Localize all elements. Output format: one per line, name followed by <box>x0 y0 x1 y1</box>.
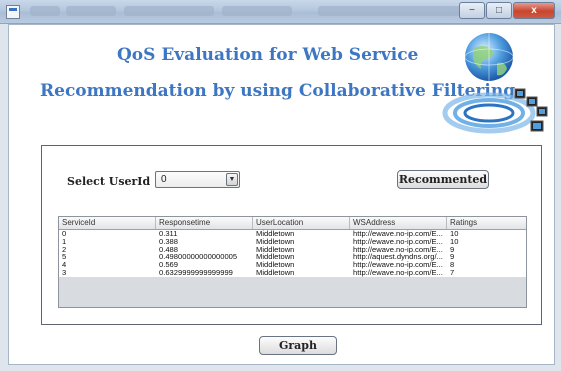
cell-rating: 7 <box>450 268 455 277</box>
cell-rating: 9 <box>450 253 455 262</box>
titlebar-blur <box>124 6 214 16</box>
table-row[interactable]: 0 0.311 Middletown http://ewave.no-ip.co… <box>59 230 526 238</box>
column-header-userlocation[interactable]: UserLocation <box>253 217 350 229</box>
cell-rating: 10 <box>450 230 459 238</box>
table-row[interactable]: 5 0.49800000000000005 Middletown http://… <box>59 253 526 261</box>
globe-network-icon <box>442 33 548 134</box>
cell-wsaddress: http://aquest.dyndns.org/... <box>353 253 443 262</box>
table-row[interactable]: 1 0.388 Middletown http://ewave.no-ip.co… <box>59 238 526 246</box>
cell-userlocation: Middletown <box>256 253 295 262</box>
cell-userlocation: Middletown <box>256 237 295 246</box>
app-window-icon <box>6 5 20 19</box>
titlebar-blur <box>318 6 468 16</box>
window-titlebar[interactable]: − □ x <box>0 0 561 24</box>
cell-wsaddress: http://ewave.no-ip.com/E... <box>353 268 443 277</box>
services-table[interactable]: ServiceId Responsetime UserLocation WSAd… <box>58 216 527 308</box>
userid-select[interactable]: 0 ▼ <box>155 171 240 188</box>
graph-button[interactable]: Graph <box>259 336 337 355</box>
cell-userlocation: Middletown <box>256 245 295 254</box>
cell-rating: 9 <box>450 245 455 254</box>
cell-responsetime: 0.49800000000000005 <box>159 253 238 262</box>
select-userid-label: Select UserId <box>67 175 151 188</box>
cell-wsaddress: http://ewave.no-ip.com/E... <box>353 230 443 238</box>
cell-serviceid: 1 <box>62 237 67 246</box>
cell-wsaddress: http://ewave.no-ip.com/E... <box>353 261 443 269</box>
chevron-down-icon[interactable]: ▼ <box>226 173 238 186</box>
cell-serviceid: 0 <box>62 230 67 238</box>
window-content: QoS Evaluation for Web Service Recommend… <box>8 24 555 365</box>
recommendation-panel: Select UserId 0 ▼ Recommented ServiceId … <box>41 145 542 325</box>
page-title-line1: QoS Evaluation for Web Service <box>117 45 419 65</box>
cell-responsetime: 0.388 <box>159 237 179 246</box>
cell-serviceid: 4 <box>62 261 67 269</box>
maximize-button[interactable]: □ <box>486 2 512 19</box>
cell-responsetime: 0.488 <box>159 245 179 254</box>
cell-rating: 10 <box>450 237 459 246</box>
titlebar-blur <box>222 6 292 16</box>
close-button[interactable]: x <box>513 2 555 19</box>
cell-rating: 8 <box>450 261 455 269</box>
cell-serviceid: 3 <box>62 268 67 277</box>
column-header-ratings[interactable]: Ratings <box>447 217 526 229</box>
cell-serviceid: 2 <box>62 245 67 254</box>
column-header-responsetime[interactable]: Responsetime <box>156 217 253 229</box>
cell-userlocation: Middletown <box>256 261 295 269</box>
table-header: ServiceId Responsetime UserLocation WSAd… <box>59 217 526 230</box>
cell-userlocation: Middletown <box>256 268 295 277</box>
table-body: 0 0.311 Middletown http://ewave.no-ip.co… <box>59 230 526 277</box>
cell-responsetime: 0.311 <box>159 230 178 238</box>
column-header-serviceid[interactable]: ServiceId <box>59 217 156 229</box>
cell-wsaddress: http://ewave.no-ip.com/E... <box>353 245 443 254</box>
userid-select-value: 0 <box>161 174 167 185</box>
titlebar-blur <box>30 6 60 16</box>
column-header-wsaddress[interactable]: WSAddress <box>350 217 447 229</box>
window-controls: − □ x <box>458 2 555 19</box>
table-row[interactable]: 2 0.488 Middletown http://ewave.no-ip.co… <box>59 246 526 254</box>
cell-wsaddress: http://ewave.no-ip.com/E... <box>353 237 443 246</box>
cell-serviceid: 5 <box>62 253 67 262</box>
table-row[interactable]: 4 0.569 Middletown http://ewave.no-ip.co… <box>59 261 526 269</box>
cell-userlocation: Middletown <box>256 230 295 238</box>
titlebar-blur <box>66 6 116 16</box>
cell-responsetime: 0.6329999999999999 <box>159 268 233 277</box>
table-row[interactable]: 3 0.6329999999999999 Middletown http://e… <box>59 269 526 277</box>
cell-responsetime: 0.569 <box>159 261 179 269</box>
minimize-button[interactable]: − <box>459 2 485 19</box>
recommend-button[interactable]: Recommented <box>397 170 489 189</box>
